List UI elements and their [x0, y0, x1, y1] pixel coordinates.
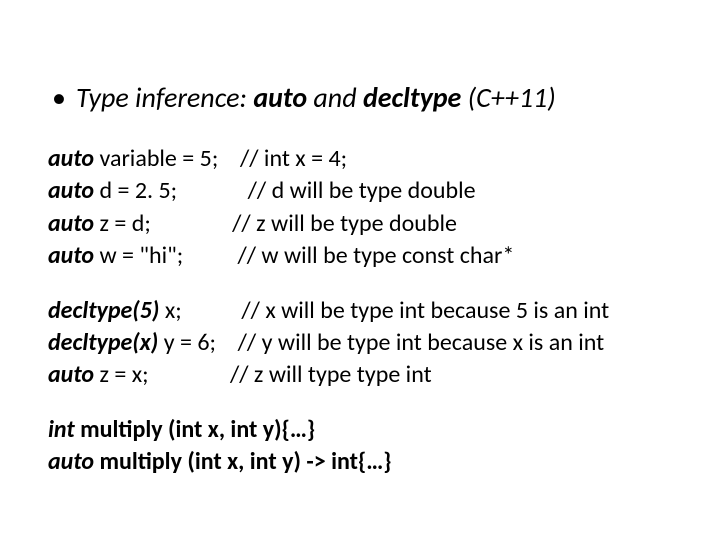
- code-block-auto: auto variable = 5; // int x = 4; auto d …: [48, 143, 672, 273]
- kw-auto: auto: [48, 241, 94, 270]
- kw-auto: auto: [48, 176, 94, 205]
- heading-kw-auto: auto: [253, 80, 307, 115]
- code-text: multiply (int x, int y) -> int{…}: [94, 447, 392, 476]
- slide-heading: Type inference: auto and decltype (C++11…: [48, 80, 672, 115]
- kw-decltype: decltype(5): [48, 296, 159, 325]
- code-text: z = d; // z will be type double: [94, 209, 457, 238]
- kw-auto: auto: [48, 447, 94, 476]
- code-line: auto z = x; // z will type type int: [48, 359, 672, 391]
- kw-auto: auto: [48, 144, 94, 173]
- heading-pre: Type inference:: [76, 80, 253, 115]
- code-text: multiply (int x, int y){…}: [75, 415, 315, 444]
- code-line: auto multiply (int x, int y) -> int{…}: [48, 446, 672, 478]
- code-block-multiply: int multiply (int x, int y){…} auto mult…: [48, 414, 672, 479]
- code-line: decltype(x) y = 6; // y will be type int…: [48, 327, 672, 359]
- heading-mid: and: [307, 80, 363, 115]
- code-text: y = 6; // y will be type int because x i…: [158, 328, 604, 357]
- code-block-decltype: decltype(5) x; // x will be type int bec…: [48, 295, 672, 392]
- code-line: auto z = d; // z will be type double: [48, 208, 672, 240]
- code-line: auto variable = 5; // int x = 4;: [48, 143, 672, 175]
- kw-auto: auto: [48, 360, 94, 389]
- code-text: d = 2. 5; // d will be type double: [94, 176, 476, 205]
- kw-int: int: [48, 415, 75, 444]
- code-line: int multiply (int x, int y){…}: [48, 414, 672, 446]
- code-text: variable = 5; // int x = 4;: [94, 144, 347, 173]
- code-line: auto d = 2. 5; // d will be type double: [48, 175, 672, 207]
- kw-auto: auto: [48, 209, 94, 238]
- slide: Type inference: auto and decltype (C++11…: [0, 0, 720, 540]
- heading-kw-decltype: decltype: [363, 80, 461, 115]
- code-line: decltype(5) x; // x will be type int bec…: [48, 295, 672, 327]
- heading-post: (C++11): [461, 80, 555, 115]
- code-text: z = x; // z will type type int: [94, 360, 432, 389]
- code-text: w = "hi"; // w will be type const char*: [94, 241, 514, 270]
- code-line: auto w = "hi"; // w will be type const c…: [48, 240, 672, 272]
- kw-decltype: decltype(x): [48, 328, 158, 357]
- code-text: x; // x will be type int because 5 is an…: [159, 296, 609, 325]
